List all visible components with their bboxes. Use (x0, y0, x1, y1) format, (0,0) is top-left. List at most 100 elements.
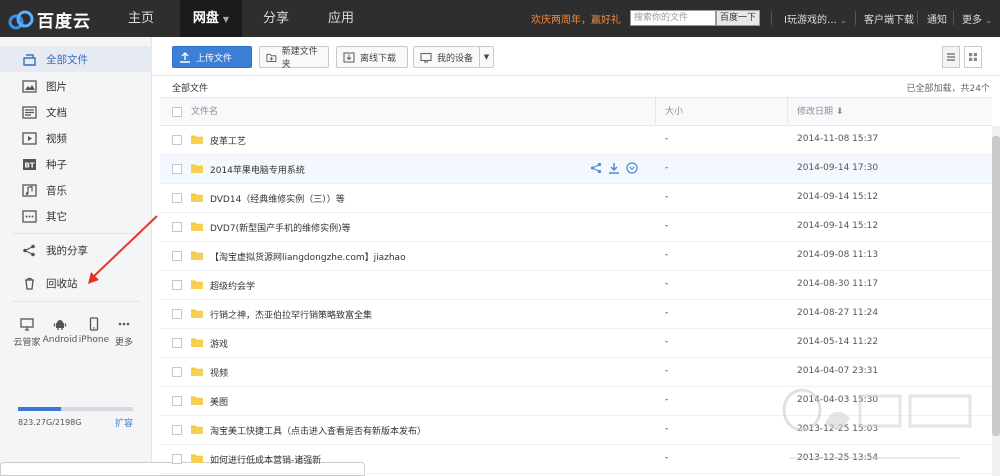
more-icon (118, 322, 130, 326)
scrollbar-thumb[interactable] (992, 136, 1000, 436)
download-icon[interactable] (608, 162, 620, 174)
row-checkbox[interactable] (172, 425, 182, 435)
file-name[interactable]: 2014苹果电脑专用系统 (210, 163, 305, 176)
table-row[interactable]: 2014苹果电脑专用系统 - 2014-09-14 17:30 (160, 155, 992, 184)
nav-netdisk[interactable]: 网盘 ▼ (180, 0, 242, 37)
sidebar-item-label: 全部文件 (46, 53, 88, 66)
file-name[interactable]: 【淘宝虚拟货源网liangdongzhe.com】jiazhao (210, 250, 406, 263)
sidebar-item-all-files[interactable]: 全部文件 (0, 46, 152, 72)
device-icon (420, 52, 432, 63)
sidebar-item-recycle-bin[interactable]: 回收站 (0, 270, 152, 296)
user-name: I玩游戏的… (784, 15, 837, 26)
device-label: 云管家 (13, 338, 41, 348)
my-devices-button[interactable]: 我的设备 ▼ (413, 46, 494, 68)
column-header-name[interactable]: 文件名 (191, 98, 218, 127)
row-checkbox[interactable] (172, 135, 182, 145)
folder-icon (191, 280, 203, 289)
file-name[interactable]: 皮革工艺 (210, 134, 246, 147)
notification-link[interactable]: 通知 (927, 11, 947, 26)
row-checkbox[interactable] (172, 193, 182, 203)
column-header-date[interactable]: 修改日期 ⬇ (797, 98, 843, 127)
new-folder-icon (266, 53, 277, 62)
sidebar-divider (12, 301, 140, 302)
file-size: - (665, 366, 669, 376)
file-name[interactable]: 美图 (210, 395, 228, 408)
sidebar-item-label: 种子 (46, 158, 67, 171)
sidebar-item-images[interactable]: 图片 (0, 73, 152, 99)
column-header-size[interactable]: 大小 (665, 98, 683, 127)
file-name[interactable]: 超级约会学 (210, 279, 255, 292)
chevron-down-icon: ⌄ (840, 16, 847, 25)
table-row[interactable]: 【淘宝虚拟货源网liangdongzhe.com】jiazhao - 2014-09… (160, 242, 992, 271)
nav-home[interactable]: 主页 (112, 0, 170, 37)
row-checkbox[interactable] (172, 396, 182, 406)
device-pc-manager[interactable]: 云管家 (9, 317, 45, 348)
new-folder-button[interactable]: 新建文件夹 (259, 46, 329, 70)
promo-link[interactable]: 欢庆两周年，赢好礼 (531, 11, 621, 26)
sidebar-item-other[interactable]: 其它 (0, 203, 152, 229)
upload-button[interactable]: 上传文件 (172, 46, 252, 68)
row-checkbox[interactable] (172, 251, 182, 261)
search-button[interactable]: 百度一下 (716, 10, 760, 26)
file-size: - (665, 453, 669, 463)
offline-download-button[interactable]: 离线下载 (336, 46, 408, 68)
row-checkbox[interactable] (172, 280, 182, 290)
sidebar-item-documents[interactable]: 文档 (0, 99, 152, 125)
file-name[interactable]: 游戏 (210, 337, 228, 350)
expand-storage-link[interactable]: 扩容 (115, 416, 133, 429)
row-checkbox[interactable] (172, 338, 182, 348)
row-checkbox[interactable] (172, 454, 182, 464)
sidebar-item-videos[interactable]: 视频 (0, 125, 152, 151)
device-label: iPhone (78, 335, 110, 345)
table-row[interactable]: 超级约会学 - 2014-08-30 11:17 (160, 271, 992, 300)
grid-view-toggle[interactable] (964, 46, 982, 68)
row-checkbox[interactable] (172, 164, 182, 174)
document-icon (22, 105, 37, 119)
sidebar-item-my-shares[interactable]: 我的分享 (0, 237, 152, 263)
device-more[interactable]: 更多 (106, 317, 142, 348)
more-menu[interactable]: 更多 ⌄ (962, 11, 992, 26)
list-view-toggle[interactable] (942, 46, 960, 68)
row-checkbox[interactable] (172, 367, 182, 377)
file-name[interactable]: 淘宝美工快捷工具（点击进入查看是否有新版本发布） (210, 424, 426, 437)
nav-apps[interactable]: 应用 (315, 0, 367, 37)
select-all-checkbox[interactable] (172, 107, 182, 117)
file-name[interactable]: DVD14（经典维修实例（三））等 (210, 192, 345, 205)
file-size: - (665, 308, 669, 318)
folder-icon (191, 309, 203, 318)
row-checkbox[interactable] (172, 222, 182, 232)
file-name[interactable]: 视频 (210, 366, 228, 379)
column-divider (655, 97, 656, 126)
client-download-link[interactable]: 客户端下载 (864, 11, 914, 26)
other-icon (22, 209, 37, 223)
file-size: - (665, 424, 669, 434)
user-menu[interactable]: I玩游戏的… ⌄ (784, 11, 847, 26)
table-row[interactable]: DVD14（经典维修实例（三））等 - 2014-09-14 15:12 (160, 184, 992, 213)
file-name[interactable]: 如何进行低成本营销-诸强新 (210, 453, 321, 466)
nav-share[interactable]: 分享 (250, 0, 302, 37)
baidu-jingyan-watermark (782, 388, 972, 459)
chevron-down-icon[interactable]: ▼ (479, 47, 493, 67)
table-row[interactable]: 皮革工艺 - 2014-11-08 15:37 (160, 126, 992, 155)
nav-divider (855, 11, 856, 25)
new-folder-label: 新建文件夹 (281, 47, 318, 70)
file-date: 2014-09-14 15:12 (797, 221, 879, 231)
sidebar-item-torrents[interactable]: BT 种子 (0, 151, 152, 177)
chevron-down-icon: ⌄ (985, 16, 992, 25)
share-icon[interactable] (590, 162, 602, 174)
table-row[interactable]: DVD7(新型国产手机的维修实例)等 - 2014-09-14 15:12 (160, 213, 992, 242)
baidu-cloud-logo[interactable]: 百度云 (8, 7, 91, 32)
sidebar-item-label: 文档 (46, 106, 67, 119)
file-name[interactable]: DVD7(新型国产手机的维修实例)等 (210, 221, 351, 234)
row-checkbox[interactable] (172, 309, 182, 319)
table-row[interactable]: 游戏 - 2014-05-14 11:22 (160, 329, 992, 358)
sidebar-item-music[interactable]: 音乐 (0, 177, 152, 203)
more-label: 更多 (962, 15, 982, 26)
more-actions-icon[interactable] (626, 162, 638, 174)
table-row[interactable]: 行销之神，杰亚伯拉罕行销策略致富全集 - 2014-08-27 11:24 (160, 300, 992, 329)
search-input[interactable]: 搜索你的文件 (630, 10, 716, 26)
breadcrumb[interactable]: 全部文件 (172, 81, 208, 94)
device-android[interactable]: Android (42, 317, 78, 345)
file-name[interactable]: 行销之神，杰亚伯拉罕行销策略致富全集 (210, 308, 372, 321)
offline-download-label: 离线下载 (360, 53, 397, 64)
